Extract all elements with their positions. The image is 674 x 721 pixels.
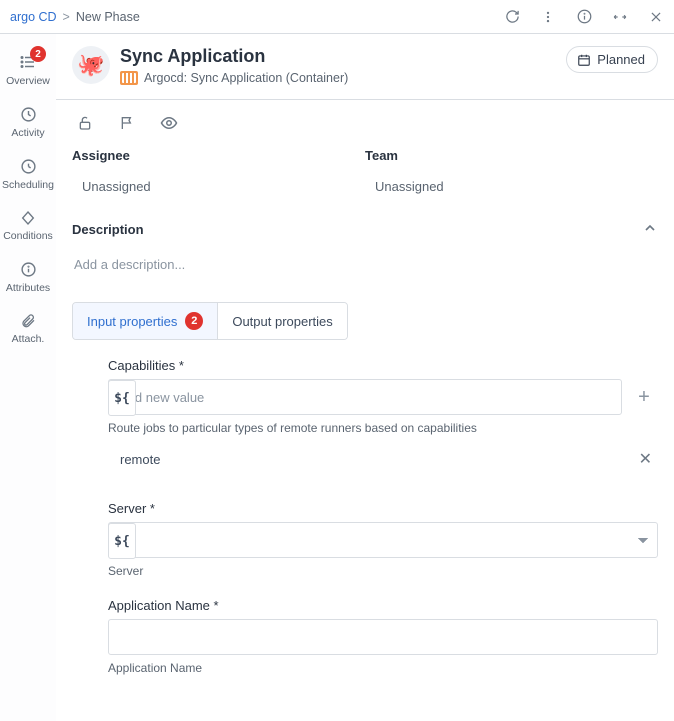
server-label: Server * bbox=[108, 501, 658, 516]
status-badge[interactable]: Planned bbox=[566, 46, 658, 73]
activity-icon bbox=[20, 106, 37, 123]
calendar-icon bbox=[577, 53, 591, 67]
refresh-icon[interactable] bbox=[504, 9, 520, 25]
remove-capability-icon[interactable]: ✕ bbox=[639, 449, 652, 469]
main-panel: 🐙 Sync Application Argocd: Sync Applicat… bbox=[56, 34, 674, 721]
application-name-hint: Application Name bbox=[108, 661, 658, 675]
top-actions bbox=[504, 9, 664, 25]
summary-grid: Assignee Unassigned Team Unassigned bbox=[72, 144, 658, 210]
expand-icon[interactable] bbox=[612, 9, 628, 25]
sidebar-item-label: Attributes bbox=[6, 282, 50, 294]
clock-icon bbox=[20, 158, 37, 175]
diamond-icon bbox=[20, 210, 36, 226]
info-icon[interactable] bbox=[576, 9, 592, 25]
sidebar-item-label: Overview bbox=[6, 75, 50, 87]
more-icon[interactable] bbox=[540, 9, 556, 25]
capabilities-label: Capabilities * bbox=[108, 358, 658, 373]
description-input[interactable] bbox=[72, 245, 658, 296]
sidebar-item-conditions[interactable]: Conditions bbox=[0, 201, 56, 252]
sidebar-item-overview[interactable]: 2 Overview bbox=[0, 44, 56, 97]
field-server: ${ Server * Server bbox=[108, 501, 658, 578]
description-header: Description bbox=[72, 210, 658, 245]
page-title: Sync Application bbox=[120, 46, 566, 67]
breadcrumb-current: New Phase bbox=[76, 10, 140, 24]
info-circle-icon bbox=[20, 261, 37, 278]
add-capability-button[interactable]: + bbox=[630, 383, 658, 411]
close-icon[interactable] bbox=[648, 9, 664, 25]
tab-input-properties[interactable]: Input properties 2 bbox=[73, 303, 217, 339]
subtitle-text: Argocd: Sync Application (Container) bbox=[144, 71, 348, 85]
breadcrumb-separator: > bbox=[63, 10, 70, 24]
variable-button[interactable]: ${ bbox=[108, 380, 136, 416]
capability-value: remote bbox=[120, 452, 160, 467]
field-application-name: Application Name * Application Name bbox=[108, 598, 658, 675]
capabilities-hint: Route jobs to particular types of remote… bbox=[108, 421, 658, 435]
variable-button[interactable]: ${ bbox=[108, 523, 136, 559]
unlock-icon[interactable] bbox=[76, 114, 94, 132]
sidebar: 2 Overview Activity Scheduling Condition… bbox=[0, 34, 56, 721]
breadcrumb: argo CD > New Phase bbox=[10, 10, 504, 24]
chevron-up-icon[interactable] bbox=[642, 220, 658, 239]
eye-icon[interactable] bbox=[160, 114, 178, 132]
sidebar-item-label: Attach. bbox=[12, 333, 45, 345]
field-capabilities: ${ Capabilities * + Route jobs to partic… bbox=[108, 358, 658, 481]
team-label: Team bbox=[365, 148, 658, 163]
tab-badge: 2 bbox=[185, 312, 203, 330]
team-value[interactable]: Unassigned bbox=[365, 179, 658, 194]
assignee-value[interactable]: Unassigned bbox=[72, 179, 365, 194]
tab-label: Input properties bbox=[87, 314, 177, 329]
description-label: Description bbox=[72, 222, 144, 237]
sidebar-item-scheduling[interactable]: Scheduling bbox=[0, 149, 56, 201]
properties-tabs: Input properties 2 Output properties bbox=[72, 302, 348, 340]
server-hint: Server bbox=[108, 564, 658, 578]
application-name-label: Application Name * bbox=[108, 598, 658, 613]
breadcrumb-parent[interactable]: argo CD bbox=[10, 10, 57, 24]
overview-badge: 2 bbox=[30, 46, 46, 62]
flag-icon[interactable] bbox=[118, 114, 136, 132]
sidebar-item-label: Scheduling bbox=[2, 179, 54, 191]
tab-output-properties[interactable]: Output properties bbox=[217, 303, 346, 339]
assignee-label: Assignee bbox=[72, 148, 365, 163]
capabilities-input[interactable] bbox=[108, 379, 622, 415]
top-bar: argo CD > New Phase bbox=[0, 0, 674, 34]
avatar: 🐙 bbox=[72, 46, 110, 84]
page-header: 🐙 Sync Application Argocd: Sync Applicat… bbox=[56, 34, 674, 100]
container-icon bbox=[120, 71, 138, 85]
sidebar-item-label: Activity bbox=[11, 127, 44, 139]
server-select[interactable] bbox=[108, 522, 658, 558]
paperclip-icon bbox=[20, 313, 36, 329]
tab-label: Output properties bbox=[232, 314, 332, 329]
sidebar-item-attributes[interactable]: Attributes bbox=[0, 252, 56, 304]
status-text: Planned bbox=[597, 52, 645, 67]
capability-chip: remote ✕ bbox=[108, 435, 658, 481]
sidebar-item-activity[interactable]: Activity bbox=[0, 97, 56, 149]
sidebar-item-label: Conditions bbox=[3, 230, 53, 242]
application-name-input[interactable] bbox=[108, 619, 658, 655]
sidebar-item-attachments[interactable]: Attach. bbox=[0, 304, 56, 355]
action-row bbox=[72, 100, 658, 144]
page-subtitle: Argocd: Sync Application (Container) bbox=[120, 71, 566, 85]
